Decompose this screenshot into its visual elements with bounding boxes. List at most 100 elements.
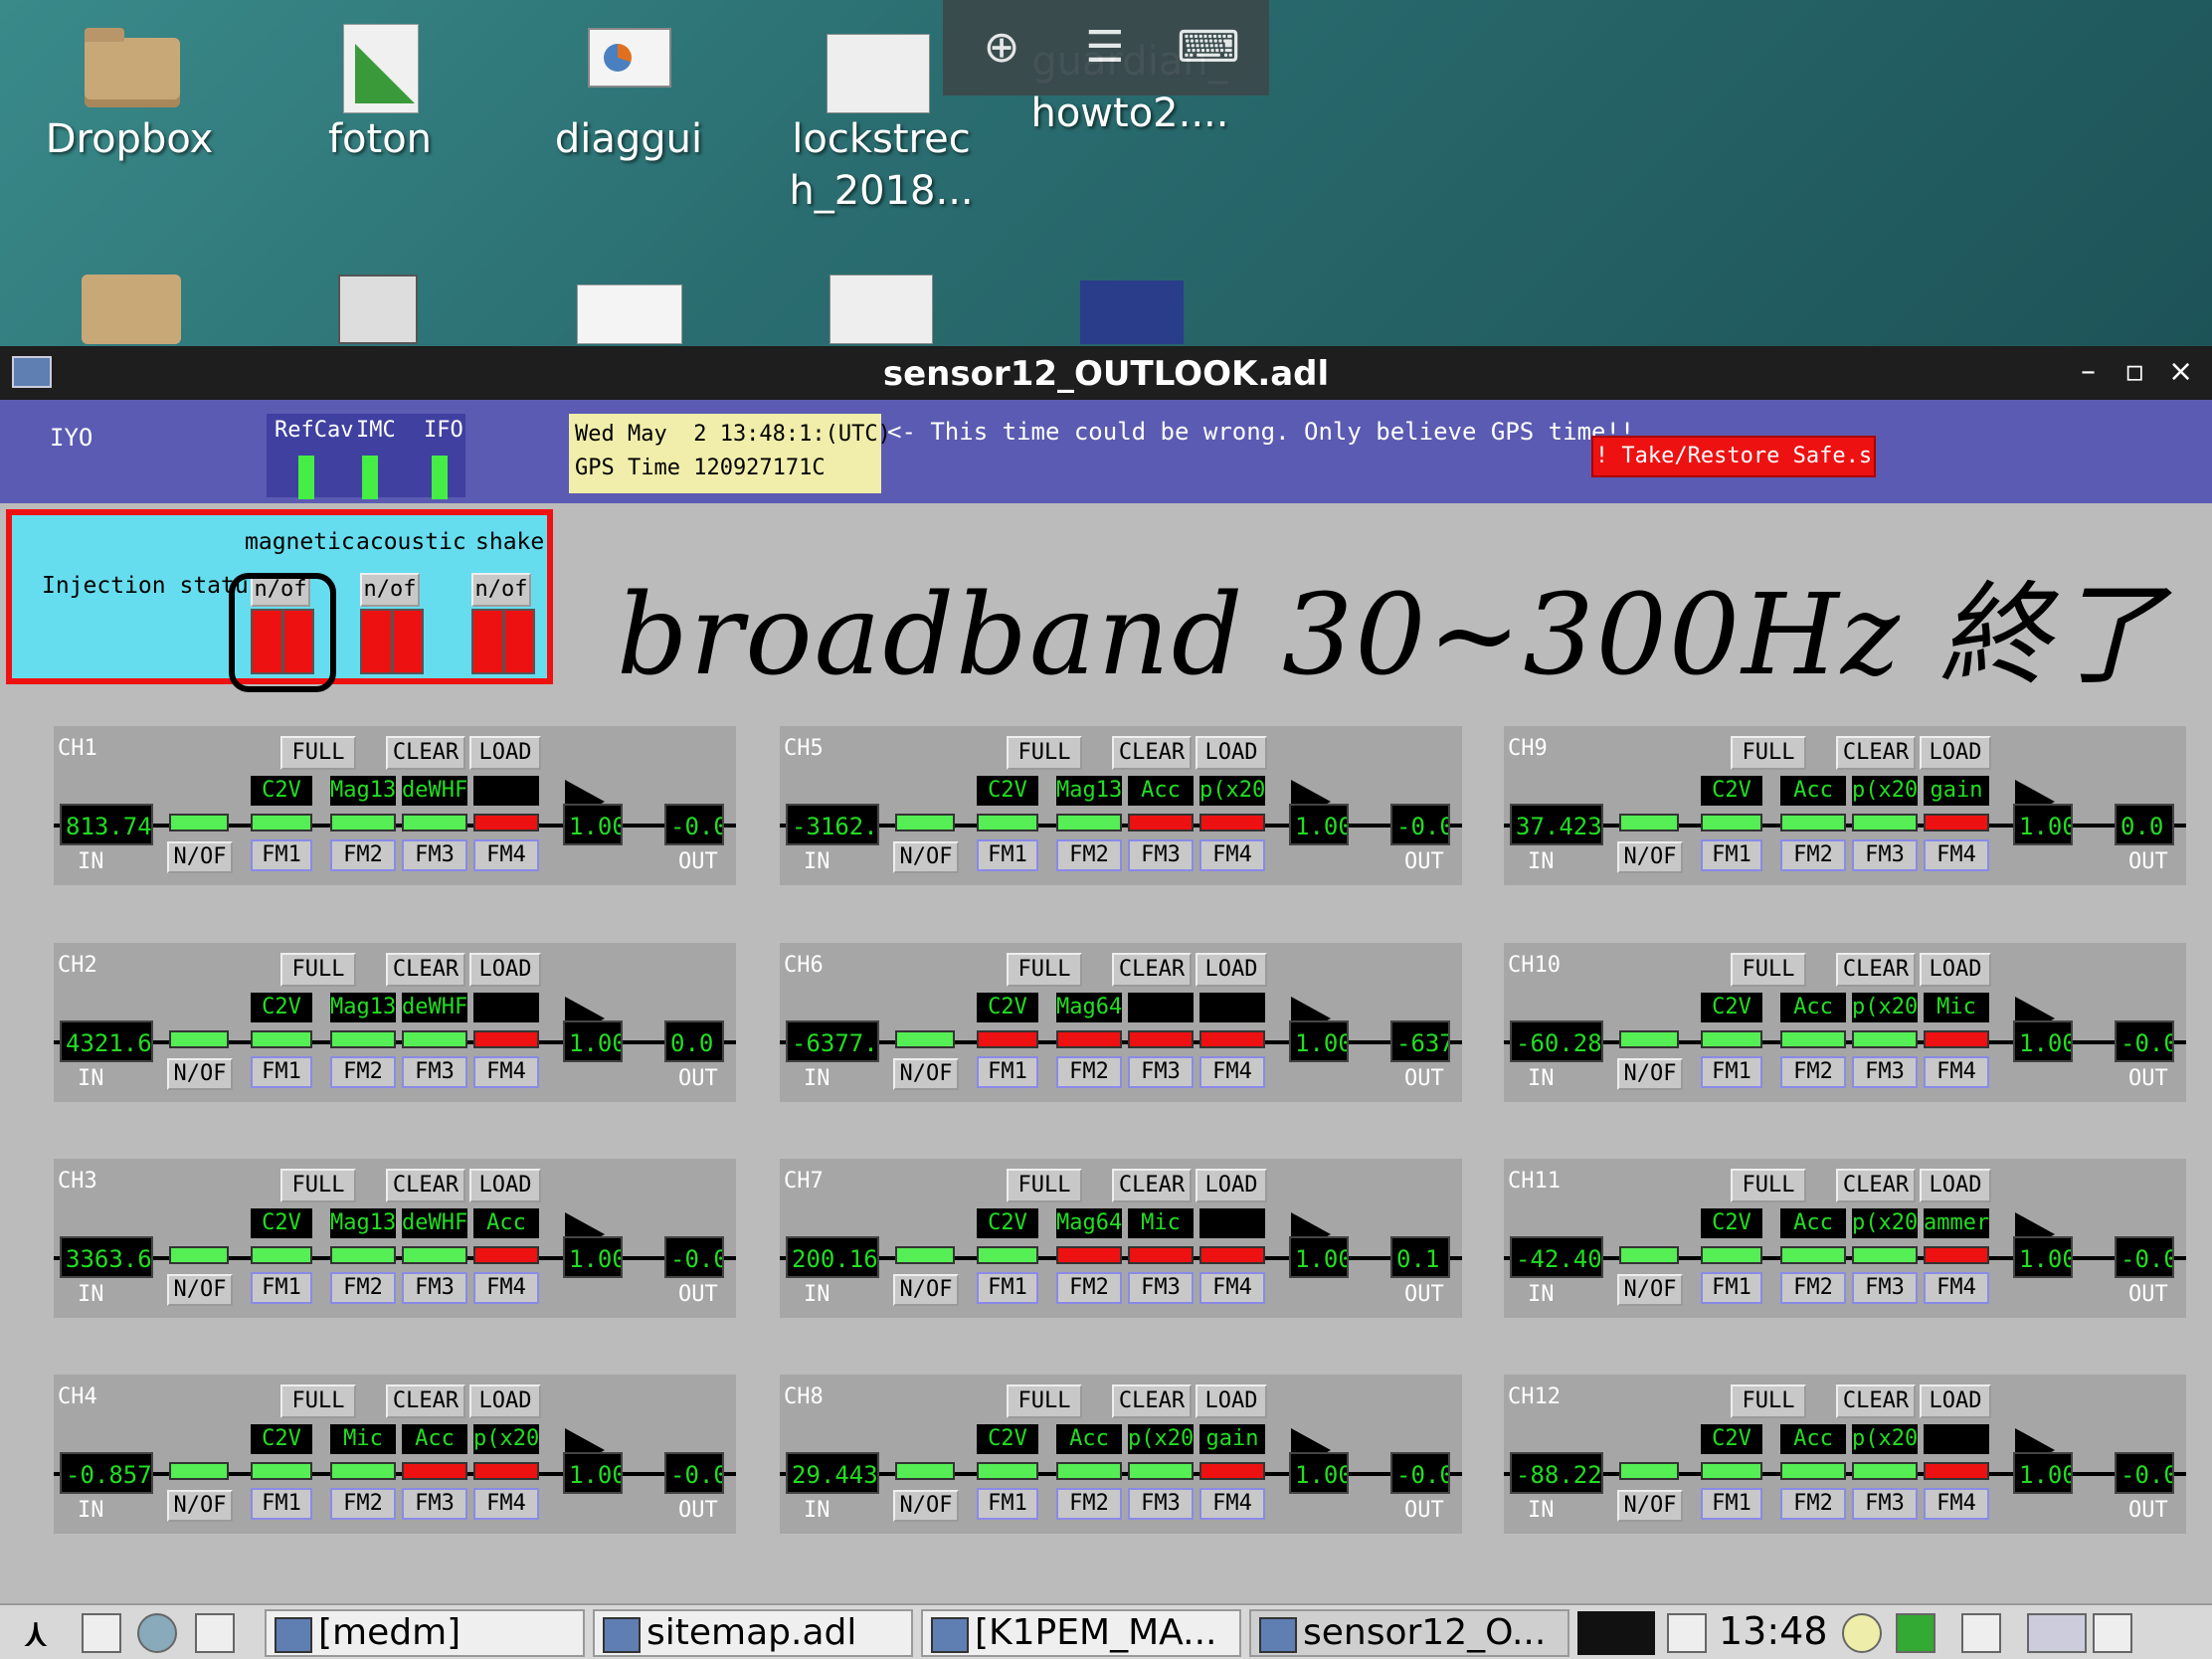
fm1-button[interactable]: FM1	[977, 1056, 1038, 1088]
minimize-icon[interactable]: –	[2081, 354, 2096, 389]
full-button[interactable]: FULL	[1731, 953, 1806, 987]
clear-button[interactable]: CLEAR	[1836, 1384, 1916, 1418]
document-thumbnail-icon[interactable]	[577, 284, 682, 344]
take-restore-safe-button[interactable]: ! Take/Restore Safe.s	[1591, 436, 1876, 477]
file-manager-icon[interactable]	[82, 1613, 121, 1653]
fm4-button[interactable]: FM4	[1199, 1488, 1265, 1520]
clear-button[interactable]: CLEAR	[386, 1169, 465, 1202]
clear-button[interactable]: CLEAR	[386, 1384, 465, 1418]
terminal-tray-icon[interactable]	[1577, 1611, 1655, 1655]
taskbar-task-k1pem[interactable]: [K1PEM_MA...	[921, 1609, 1241, 1657]
fm2-button[interactable]: FM2	[1056, 839, 1122, 871]
desktop-icon-dropbox[interactable]: Dropbox	[20, 14, 239, 165]
fm4-button[interactable]: FM4	[473, 839, 539, 871]
fm2-button[interactable]: FM2	[1780, 1488, 1846, 1520]
fm2-button[interactable]: FM2	[1056, 1272, 1122, 1304]
start-menu-icon[interactable]: ⋏	[8, 1611, 64, 1655]
taskbar-task-sitemap[interactable]: sitemap.adl	[593, 1609, 913, 1657]
fm4-button[interactable]: FM4	[473, 1488, 539, 1520]
full-button[interactable]: FULL	[280, 1169, 356, 1202]
maximize-icon[interactable]: ▫	[2124, 354, 2144, 389]
fm4-button[interactable]: FM4	[473, 1272, 539, 1304]
clear-button[interactable]: CLEAR	[1836, 736, 1916, 770]
full-button[interactable]: FULL	[1731, 1169, 1806, 1202]
fm3-button[interactable]: FM3	[1128, 1272, 1194, 1304]
fm1-button[interactable]: FM1	[977, 839, 1038, 871]
injection-button-shake[interactable]: n/of	[471, 573, 531, 607]
fm1-button[interactable]: FM1	[251, 1272, 312, 1304]
fm4-button[interactable]: FM4	[1924, 839, 1989, 871]
fm3-button[interactable]: FM3	[402, 839, 467, 871]
full-button[interactable]: FULL	[1731, 736, 1806, 770]
full-button[interactable]: FULL	[1007, 1169, 1082, 1202]
load-button[interactable]: LOAD	[1920, 736, 1991, 770]
menu-icon[interactable]: ☰	[1070, 16, 1140, 80]
load-button[interactable]: LOAD	[1196, 1384, 1267, 1418]
fm3-button[interactable]: FM3	[1852, 839, 1918, 871]
desktop-icon-diaggui[interactable]: diaggui	[519, 14, 738, 165]
fm2-button[interactable]: FM2	[1056, 1488, 1122, 1520]
full-button[interactable]: FULL	[1007, 953, 1082, 987]
full-button[interactable]: FULL	[280, 1384, 356, 1418]
fm1-button[interactable]: FM1	[251, 839, 312, 871]
fm1-button[interactable]: FM1	[977, 1488, 1038, 1520]
clear-button[interactable]: CLEAR	[386, 736, 465, 770]
desktop-pager-icon-1[interactable]	[1961, 1613, 2001, 1653]
load-button[interactable]: LOAD	[1920, 953, 1991, 987]
full-button[interactable]: FULL	[1007, 736, 1082, 770]
plot-thumbnail-icon[interactable]	[830, 275, 933, 344]
fm2-button[interactable]: FM2	[330, 839, 396, 871]
input-offset-toggle[interactable]: N/OF	[893, 1058, 959, 1090]
fm3-button[interactable]: FM3	[402, 1056, 467, 1088]
fm3-button[interactable]: FM3	[1852, 1056, 1918, 1088]
clear-button[interactable]: CLEAR	[1112, 953, 1192, 987]
full-button[interactable]: FULL	[280, 736, 356, 770]
fm2-button[interactable]: FM2	[330, 1056, 396, 1088]
load-button[interactable]: LOAD	[1196, 1169, 1267, 1202]
load-button[interactable]: LOAD	[469, 736, 541, 770]
terminal-icon[interactable]	[338, 275, 418, 344]
clear-button[interactable]: CLEAR	[1836, 953, 1916, 987]
fm1-button[interactable]: FM1	[1701, 839, 1762, 871]
input-offset-toggle[interactable]: N/OF	[1617, 1058, 1683, 1090]
fm4-button[interactable]: FM4	[1199, 1056, 1265, 1088]
browser-icon[interactable]	[137, 1613, 177, 1653]
screenshot-thumbnail-icon[interactable]	[1080, 280, 1184, 344]
taskbar-clock[interactable]: 13:48	[1719, 1609, 1828, 1653]
full-button[interactable]: FULL	[1731, 1384, 1806, 1418]
search-icon[interactable]	[1667, 1613, 1707, 1653]
fm1-button[interactable]: FM1	[1701, 1488, 1762, 1520]
fm4-button[interactable]: FM4	[473, 1056, 539, 1088]
fm4-button[interactable]: FM4	[1924, 1056, 1989, 1088]
window-list-icon[interactable]	[195, 1613, 235, 1653]
keyboard-icon[interactable]: ⌨	[1174, 16, 1243, 80]
load-button[interactable]: LOAD	[469, 953, 541, 987]
fm1-button[interactable]: FM1	[251, 1488, 312, 1520]
input-offset-toggle[interactable]: N/OF	[167, 1274, 233, 1306]
input-offset-toggle[interactable]: N/OF	[893, 841, 959, 873]
desktop-icon-foton[interactable]: foton	[271, 14, 489, 165]
input-offset-toggle[interactable]: N/OF	[167, 841, 233, 873]
fm4-button[interactable]: FM4	[1199, 1272, 1265, 1304]
full-button[interactable]: FULL	[1007, 1384, 1082, 1418]
fm3-button[interactable]: FM3	[402, 1272, 467, 1304]
fm2-button[interactable]: FM2	[330, 1488, 396, 1520]
folder-icon[interactable]	[82, 275, 181, 344]
fm2-button[interactable]: FM2	[1780, 1056, 1846, 1088]
exit-icon[interactable]	[1896, 1613, 1936, 1653]
full-button[interactable]: FULL	[280, 953, 356, 987]
fm1-button[interactable]: FM1	[977, 1272, 1038, 1304]
fm1-button[interactable]: FM1	[1701, 1272, 1762, 1304]
clear-button[interactable]: CLEAR	[1112, 736, 1192, 770]
fm2-button[interactable]: FM2	[1780, 839, 1846, 871]
input-offset-toggle[interactable]: N/OF	[1617, 841, 1683, 873]
load-button[interactable]: LOAD	[1920, 1169, 1991, 1202]
fm4-button[interactable]: FM4	[1924, 1272, 1989, 1304]
desktop-pager-icon-3[interactable]	[2093, 1613, 2132, 1653]
input-offset-toggle[interactable]: N/OF	[893, 1274, 959, 1306]
fm3-button[interactable]: FM3	[1852, 1488, 1918, 1520]
load-button[interactable]: LOAD	[469, 1169, 541, 1202]
clear-button[interactable]: CLEAR	[1112, 1384, 1192, 1418]
input-offset-toggle[interactable]: N/OF	[1617, 1490, 1683, 1522]
taskbar-task-medm[interactable]: [medm]	[265, 1609, 585, 1657]
